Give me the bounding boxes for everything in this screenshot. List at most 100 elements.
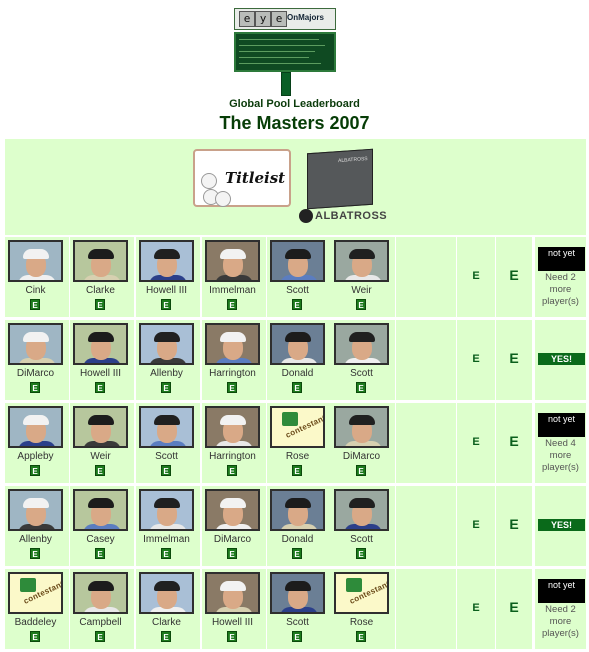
player-name[interactable]: Harrington	[202, 368, 263, 379]
player-photo[interactable]	[139, 406, 194, 448]
player-photo[interactable]: contestant	[8, 572, 63, 614]
player-cell[interactable]: Clarke E	[70, 237, 134, 317]
player-photo[interactable]	[334, 323, 389, 365]
player-cell[interactable]: contestant Rose E	[267, 403, 331, 483]
player-cell[interactable]: Allenby E	[136, 320, 200, 400]
player-cell[interactable]: Harrington E	[202, 403, 266, 483]
player-cell[interactable]: Immelman E	[136, 486, 200, 566]
page-title: The Masters 2007	[219, 113, 370, 133]
player-name[interactable]: DiMarco	[202, 534, 263, 545]
player-cell[interactable]: Scott E	[136, 403, 200, 483]
player-name[interactable]: Howell III	[202, 617, 263, 628]
page-subtitle: Global Pool Leaderboard	[229, 98, 360, 110]
player-photo[interactable]	[205, 489, 260, 531]
player-name[interactable]: Allenby	[136, 368, 197, 379]
player-cell[interactable]: Harrington E	[202, 320, 266, 400]
player-name[interactable]: Immelman	[202, 285, 263, 296]
player-name[interactable]: DiMarco	[5, 368, 66, 379]
player-cell[interactable]: Weir E	[70, 403, 134, 483]
player-name[interactable]: Scott	[136, 451, 197, 462]
player-photo[interactable]	[73, 323, 128, 365]
player-cell[interactable]: Scott E	[331, 486, 395, 566]
player-photo[interactable]	[205, 406, 260, 448]
player-photo[interactable]	[73, 406, 128, 448]
player-photo[interactable]	[205, 323, 260, 365]
player-photo[interactable]	[334, 406, 389, 448]
player-name[interactable]: Casey	[70, 534, 131, 545]
player-name[interactable]: Donald	[267, 534, 328, 545]
player-photo[interactable]	[270, 240, 325, 282]
player-photo[interactable]	[334, 240, 389, 282]
player-photo[interactable]	[139, 489, 194, 531]
player-cell[interactable]: contestant Baddeley E	[5, 569, 69, 649]
player-photo[interactable]	[73, 572, 128, 614]
player-name[interactable]: Scott	[267, 285, 328, 296]
player-photo[interactable]: contestant	[270, 406, 325, 448]
player-photo[interactable]	[270, 323, 325, 365]
player-name[interactable]: Appleby	[5, 451, 66, 462]
table-row: DiMarco E Howell III E Allenby E Harrington E Do…	[5, 320, 586, 400]
eye-on-majors-logo[interactable]: e y e OnMajors	[234, 8, 338, 96]
player-name[interactable]: Scott	[331, 534, 392, 545]
player-cell[interactable]: DiMarco E	[331, 403, 395, 483]
player-name[interactable]: Cink	[5, 285, 66, 296]
player-cell[interactable]: Allenby E	[5, 486, 69, 566]
sponsor-banner[interactable]: Titleist ALBATROSS ALBATROSS	[5, 139, 586, 235]
player-photo[interactable]	[73, 240, 128, 282]
player-name[interactable]: DiMarco	[331, 451, 392, 462]
player-cell[interactable]: contestant Rose E	[331, 569, 395, 649]
player-name[interactable]: Weir	[331, 285, 392, 296]
player-cell[interactable]: Scott E	[267, 569, 331, 649]
player-photo[interactable]	[8, 489, 63, 531]
player-name[interactable]: Scott	[267, 617, 328, 628]
player-photo[interactable]	[270, 572, 325, 614]
player-photo[interactable]	[205, 572, 260, 614]
player-cell[interactable]: Scott E	[331, 320, 395, 400]
player-cell[interactable]: Appleby E	[5, 403, 69, 483]
player-cell[interactable]: Campbell E	[70, 569, 134, 649]
player-name[interactable]: Allenby	[5, 534, 66, 545]
player-photo[interactable]: contestant	[334, 572, 389, 614]
player-photo[interactable]	[8, 406, 63, 448]
player-name[interactable]: Clarke	[70, 285, 131, 296]
player-score-badge: E	[30, 299, 40, 310]
player-cell[interactable]: Howell III E	[202, 569, 266, 649]
player-name[interactable]: Donald	[267, 368, 328, 379]
player-cell[interactable]: Cink E	[5, 237, 69, 317]
player-photo[interactable]	[334, 489, 389, 531]
player-cell[interactable]: Weir E	[331, 237, 395, 317]
total-score-cell: E	[496, 403, 532, 483]
player-photo[interactable]	[139, 240, 194, 282]
player-cell[interactable]: Donald E	[267, 320, 331, 400]
player-name[interactable]: Weir	[70, 451, 131, 462]
player-name[interactable]: Immelman	[136, 534, 197, 545]
player-cell[interactable]: DiMarco E	[5, 320, 69, 400]
player-photo[interactable]	[205, 240, 260, 282]
player-name[interactable]: Rose	[331, 617, 392, 628]
player-cell[interactable]: DiMarco E	[202, 486, 266, 566]
player-cell[interactable]: Clarke E	[136, 569, 200, 649]
player-name[interactable]: Clarke	[136, 617, 197, 628]
player-photo[interactable]	[270, 489, 325, 531]
photo-cap	[88, 498, 114, 508]
player-name[interactable]: Howell III	[136, 285, 197, 296]
player-photo[interactable]	[8, 323, 63, 365]
player-name[interactable]: Campbell	[70, 617, 131, 628]
player-name[interactable]: Harrington	[202, 451, 263, 462]
score-cell: E	[457, 486, 495, 566]
player-cell[interactable]: Immelman E	[202, 237, 266, 317]
player-cell[interactable]: Casey E	[70, 486, 134, 566]
player-cell[interactable]: Scott E	[267, 237, 331, 317]
player-cell[interactable]: Donald E	[267, 486, 331, 566]
photo-cap	[23, 415, 49, 425]
player-name[interactable]: Rose	[267, 451, 328, 462]
player-cell[interactable]: Howell III E	[136, 237, 200, 317]
player-cell[interactable]: Howell III E	[70, 320, 134, 400]
player-photo[interactable]	[8, 240, 63, 282]
player-photo[interactable]	[139, 323, 194, 365]
player-photo[interactable]	[139, 572, 194, 614]
player-name[interactable]: Howell III	[70, 368, 131, 379]
player-photo[interactable]	[73, 489, 128, 531]
player-name[interactable]: Scott	[331, 368, 392, 379]
player-name[interactable]: Baddeley	[5, 617, 66, 628]
